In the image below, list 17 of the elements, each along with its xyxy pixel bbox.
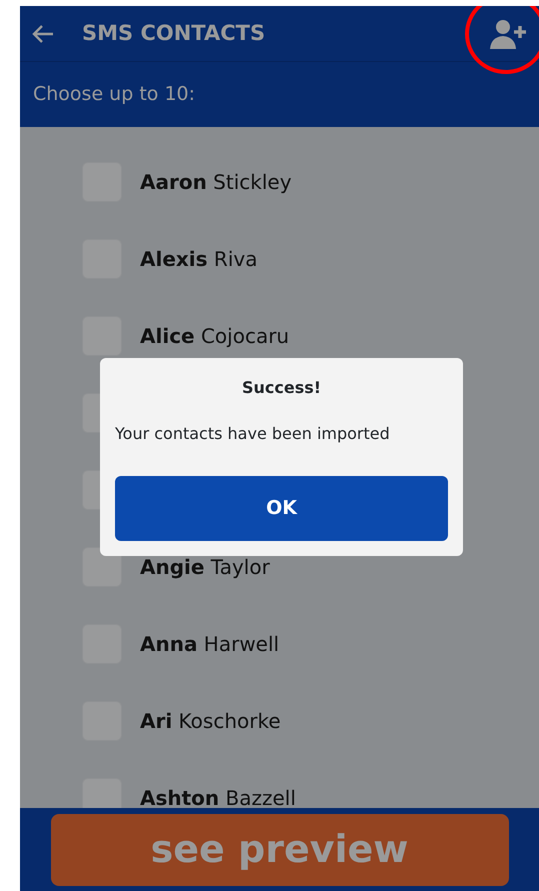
dialog-message: Your contacts have been imported xyxy=(115,423,391,445)
contact-name[interactable]: Anna Harwell xyxy=(140,628,280,658)
dialog-title: Success! xyxy=(240,377,322,399)
contact-name[interactable]: Aaron Stickley xyxy=(140,166,292,196)
add-contact-icon[interactable] xyxy=(489,18,527,50)
contact-name[interactable]: Angie Taylor xyxy=(140,552,270,582)
contact-name[interactable]: Alexis Riva xyxy=(140,244,258,274)
screen-title: SMS CONTACTS xyxy=(82,20,266,47)
checkbox[interactable] xyxy=(82,778,122,808)
ok-button[interactable]: OK xyxy=(115,476,448,541)
checkbox[interactable] xyxy=(82,392,100,432)
checkbox[interactable] xyxy=(82,470,100,510)
contact-name[interactable]: Ashton Bazzell xyxy=(140,782,296,808)
instruction-text: Choose up to 10: xyxy=(20,62,539,127)
contact-name[interactable]: Alice Cojocaru xyxy=(140,320,290,350)
back-arrow-icon[interactable] xyxy=(32,24,54,44)
contact-name[interactable]: Ari Koschorke xyxy=(140,706,281,736)
